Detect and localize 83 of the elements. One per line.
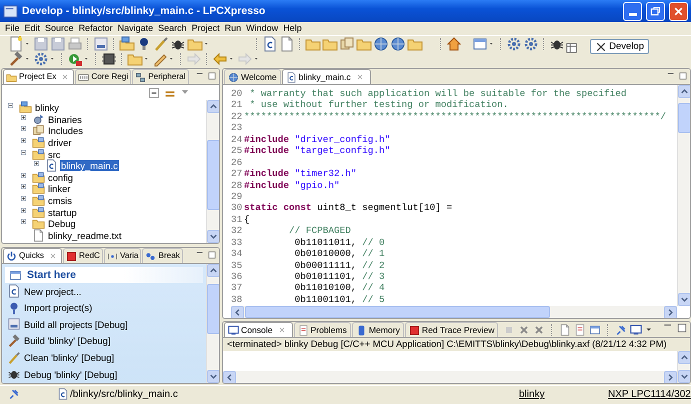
tree-item[interactable]: startup	[47, 206, 78, 218]
view-tab[interactable]: Welcome	[224, 69, 281, 84]
menu-item[interactable]: Help	[282, 23, 303, 34]
tree-item[interactable]: cmsis	[47, 194, 73, 206]
line-number: 22	[231, 110, 244, 122]
tree-item[interactable]: src	[47, 148, 62, 160]
code-line: static const uint8_t segmentlut[10] =	[244, 202, 452, 214]
tree-item[interactable]: blinky_main.c	[60, 160, 119, 172]
line-number: 38	[231, 294, 244, 306]
line-number: 23	[231, 122, 244, 134]
view-tab[interactable]: Red Trace Preview	[404, 322, 498, 337]
line-number: 33	[231, 236, 244, 248]
code-line: #include "gpio.h"	[244, 180, 340, 191]
menu-item[interactable]: File	[4, 23, 21, 34]
menu-item[interactable]: Navigate	[116, 23, 154, 34]
status-path: /blinky/src/blinky_main.c	[70, 389, 178, 401]
code-line: **************************************************************************/	[244, 110, 666, 122]
menu-item[interactable]: Run	[224, 23, 242, 34]
menu-item[interactable]: Project	[190, 23, 221, 34]
code-line: * use without further testing or modification.	[248, 99, 508, 111]
line-number: 26	[231, 156, 244, 168]
line-number: 34	[231, 248, 244, 260]
code-line: * warranty that such application will be suitable for the specified	[248, 88, 627, 100]
tree-item[interactable]: driver	[47, 136, 72, 148]
code-line: 0b11010100, // 4	[294, 282, 385, 294]
view-tab[interactable]: Core Regi	[75, 69, 132, 84]
line-number: 36	[231, 271, 244, 282]
code-line: 0b11001101, // 5	[294, 294, 385, 306]
code-line: {	[244, 214, 250, 226]
menu-item[interactable]: Window	[245, 23, 280, 34]
view-tab[interactable]: RedC	[63, 248, 103, 263]
line-number: 30	[231, 202, 244, 214]
line-number: 35	[231, 260, 244, 271]
code-line: 0b01010000, // 1	[294, 248, 385, 260]
view-tab[interactable]: Break	[142, 248, 183, 263]
line-number: 29	[231, 190, 244, 202]
tree-item[interactable]: Includes	[47, 125, 84, 137]
quickstart-link[interactable]: Debug 'blinky' [Debug]	[24, 368, 118, 380]
code-line: 0b00011111, // 2	[294, 260, 385, 271]
tree-item[interactable]: Debug	[47, 218, 77, 230]
tree-item[interactable]: linker	[47, 183, 72, 195]
tree-item[interactable]: Binaries	[47, 114, 83, 126]
menu-item[interactable]: Refactor	[78, 23, 114, 34]
code-line: 0b11011011, // 0	[294, 236, 385, 248]
console-status: <terminated> blinky Debug [C/C++ MCU Application] C:\EMITTS\blinky\Debug\blinky.axf (8/21/12 4:32 PM)	[227, 339, 667, 349]
line-number: 37	[231, 282, 244, 294]
quickstart-link[interactable]: Clean 'blinky' [Debug]	[24, 352, 114, 364]
view-tab[interactable]: Console	[224, 322, 293, 337]
tree-item[interactable]: blinky_readme.txt	[47, 230, 122, 241]
code-line: // FCPBAGED	[288, 225, 351, 237]
line-number: 32	[231, 225, 244, 237]
view-tab[interactable]: Peripheral	[132, 69, 189, 84]
line-number: 27	[231, 168, 244, 180]
line-number: 28	[231, 180, 244, 191]
tree-item[interactable]: blinky	[34, 102, 60, 114]
tree-item[interactable]: config	[47, 172, 74, 183]
menu-item[interactable]: Source	[44, 23, 75, 34]
code-line: #include "target_config.h"	[244, 145, 390, 157]
quickstart-link[interactable]: Build all projects [Debug]	[24, 318, 128, 330]
section-header[interactable]: Start here	[5, 267, 203, 283]
code-line: #include "timer32.h"	[244, 168, 357, 180]
code-line: #include "driver_config.h"	[244, 134, 390, 146]
quickstart-link[interactable]: New project...	[24, 286, 82, 297]
line-number: 24	[231, 134, 244, 146]
line-number: 31	[231, 214, 244, 226]
view-tab[interactable]: Project Ex	[3, 69, 74, 84]
view-tab[interactable]: Quicks	[3, 248, 62, 263]
view-tab[interactable]: Memory	[352, 322, 404, 337]
project-link[interactable]: blinky	[519, 389, 545, 401]
quickstart-link[interactable]: Import project(s)	[24, 302, 92, 314]
quickstart-link[interactable]: Build 'blinky' [Debug]	[24, 335, 110, 347]
target-link[interactable]: NXP LPC1114/302	[608, 389, 691, 401]
line-number: 20	[231, 88, 244, 100]
line-number: 25	[231, 145, 244, 157]
code-line: 0b01011101, // 3	[294, 271, 385, 282]
window-title: Develop - blinky/src/blinky_main.c - LPCXpresso	[22, 4, 266, 18]
line-number: 21	[231, 99, 244, 111]
view-tab[interactable]: Varia	[104, 248, 142, 263]
view-tab[interactable]: blinky_main.c	[282, 69, 371, 84]
perspective-button[interactable]: Develop	[590, 39, 649, 54]
menu-item[interactable]: Edit	[24, 23, 42, 34]
view-tab[interactable]: Problems	[294, 322, 351, 337]
menu-item[interactable]: Search	[157, 23, 188, 34]
